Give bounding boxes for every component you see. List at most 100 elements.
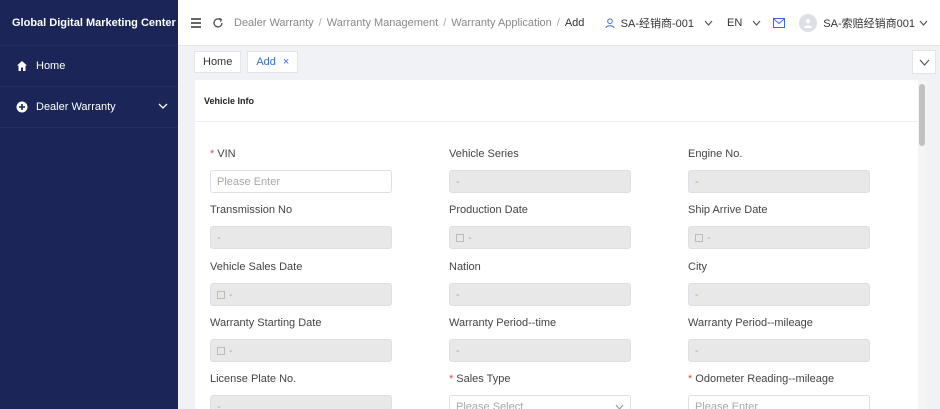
nation-field: Nation -	[449, 261, 631, 306]
field-label: VIN	[217, 148, 236, 160]
required-mark: *	[449, 373, 454, 385]
field-label: Warranty Period--mileage	[688, 317, 813, 329]
production-date-input: -	[449, 226, 631, 249]
field-label: Vehicle Sales Date	[210, 261, 303, 273]
tab-add[interactable]: Add ×	[247, 51, 299, 73]
breadcrumb-item[interactable]: Dealer Warranty	[234, 17, 314, 29]
breadcrumb-item[interactable]: Warranty Application	[451, 17, 551, 29]
field-value: -	[456, 344, 460, 357]
breadcrumb-separator: /	[556, 16, 560, 29]
license-plate-input: -	[210, 395, 392, 409]
city-input: -	[688, 283, 870, 306]
tab-label: Add	[256, 56, 276, 68]
section-title: Vehicle Info	[195, 80, 926, 122]
transmission-no-input: -	[210, 226, 392, 249]
chevron-down-icon	[919, 59, 930, 66]
production-date-field: Production Date -	[449, 204, 631, 249]
mail-icon[interactable]	[773, 18, 786, 28]
field-label: Sales Type	[456, 373, 511, 385]
warranty-period-time-input: -	[449, 339, 631, 362]
brand-title: Global Digital Marketing Center	[0, 0, 178, 46]
field-value: -	[695, 175, 699, 188]
field-label: Odometer Reading--mileage	[695, 373, 835, 385]
language-switcher[interactable]: EN	[727, 17, 761, 29]
transmission-no-field: Transmission No -	[210, 204, 392, 249]
warranty-starting-date-field: Warranty Starting Date -	[210, 317, 392, 362]
sidebar-item-label: Dealer Warranty	[36, 101, 116, 113]
dealer-switcher[interactable]: SA-经销商-001	[605, 15, 713, 31]
close-icon[interactable]: ×	[283, 56, 289, 68]
field-label: License Plate No.	[210, 373, 297, 385]
sales-type-field: * Sales Type Please Select	[449, 373, 631, 409]
user-menu[interactable]: SA-索赔经销商001	[799, 14, 928, 32]
placeholder: Please Select	[456, 400, 524, 409]
calendar-icon	[217, 290, 225, 299]
tabs-dropdown-button[interactable]	[912, 50, 936, 74]
vin-field: * VIN Please Enter	[210, 148, 392, 193]
top-bar: Dealer Warranty / Warranty Management / …	[178, 0, 940, 46]
breadcrumb-item[interactable]: Warranty Management	[327, 17, 438, 29]
chevron-down-icon	[615, 401, 624, 409]
user-name: SA-索赔经销商001	[823, 18, 915, 30]
placeholder: Please Enter	[695, 400, 758, 409]
field-label: Transmission No	[210, 204, 293, 216]
chevron-down-icon	[752, 20, 761, 26]
scrollbar[interactable]	[918, 80, 926, 409]
field-value: -	[229, 344, 233, 357]
sidebar-item-label: Home	[36, 60, 66, 72]
dealer-name: SA-经销商-001	[620, 18, 695, 30]
field-label: Production Date	[449, 204, 528, 216]
tab-label: Home	[203, 56, 233, 68]
field-value: -	[229, 288, 233, 301]
field-label: Engine No.	[688, 148, 743, 160]
chevron-down-icon	[919, 20, 928, 26]
field-value: -	[707, 231, 711, 244]
sidebar-item-dealer-warranty[interactable]: Dealer Warranty	[0, 87, 178, 128]
chevron-down-icon	[158, 101, 168, 113]
field-value: -	[468, 231, 472, 244]
breadcrumb-separator: /	[443, 16, 447, 29]
breadcrumb: Dealer Warranty / Warranty Management / …	[234, 17, 584, 29]
nation-input: -	[449, 283, 631, 306]
sales-type-select[interactable]: Please Select	[449, 395, 631, 409]
field-label: Warranty Period--time	[449, 317, 557, 329]
calendar-icon	[217, 346, 225, 355]
warranty-starting-date-input: -	[210, 339, 392, 362]
field-label: Ship Arrive Date	[688, 204, 768, 216]
avatar	[799, 14, 818, 32]
required-mark: *	[210, 148, 215, 160]
engine-no-field: Engine No. -	[688, 148, 870, 193]
ship-arrive-date-input: -	[688, 226, 870, 249]
odometer-reading-input[interactable]: Please Enter	[688, 395, 870, 409]
field-label: Nation	[449, 261, 481, 273]
calendar-icon	[695, 233, 703, 242]
field-value: -	[217, 400, 221, 409]
field-label: City	[688, 261, 707, 273]
sidebar: Global Digital Marketing Center Home Dea…	[0, 0, 178, 409]
license-plate-field: License Plate No. -	[210, 373, 392, 409]
placeholder: Please Enter	[217, 175, 280, 188]
user-outline-icon	[605, 17, 615, 29]
vin-input[interactable]: Please Enter	[210, 170, 392, 193]
tab-home[interactable]: Home	[194, 51, 242, 73]
scrollbar-thumb[interactable]	[919, 84, 925, 146]
plus-circle-icon	[16, 101, 28, 113]
vehicle-sales-date-input: -	[210, 283, 392, 306]
ship-arrive-date-field: Ship Arrive Date -	[688, 204, 870, 249]
city-field: City -	[688, 261, 870, 306]
menu-icon[interactable]	[188, 15, 204, 31]
field-value: -	[456, 175, 460, 188]
vehicle-sales-date-field: Vehicle Sales Date -	[210, 261, 392, 306]
warranty-period-mileage-input: -	[688, 339, 870, 362]
vehicle-info-panel: Vehicle Info * VIN Please Enter Vehicle S…	[195, 80, 926, 409]
field-label: Warranty Starting Date	[210, 317, 322, 329]
required-mark: *	[688, 373, 693, 385]
odometer-reading-field: * Odometer Reading--mileage Please Enter	[688, 373, 870, 409]
language-label: EN	[727, 17, 743, 29]
field-label: Vehicle Series	[449, 148, 519, 160]
refresh-icon[interactable]	[210, 15, 226, 31]
warranty-period-time-field: Warranty Period--time -	[449, 317, 631, 362]
warranty-period-mileage-field: Warranty Period--mileage -	[688, 317, 870, 362]
breadcrumb-current: Add	[564, 16, 585, 29]
sidebar-item-home[interactable]: Home	[0, 46, 178, 87]
